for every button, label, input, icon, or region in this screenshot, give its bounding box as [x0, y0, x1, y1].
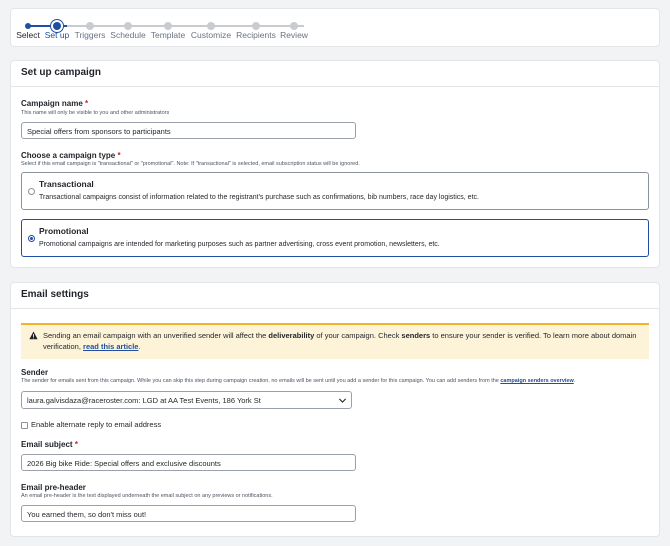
step-label: Triggers — [74, 30, 106, 40]
step-select[interactable]: Select — [16, 9, 40, 48]
section-title: Set up campaign — [11, 61, 659, 87]
step-customize[interactable]: Customize — [191, 9, 231, 48]
step-set-up[interactable]: Set up — [44, 9, 70, 48]
campaign-name-label: Campaign name * — [21, 99, 88, 108]
step-review[interactable]: Review — [280, 9, 308, 48]
label-text: Email subject — [21, 440, 73, 449]
step-dot — [290, 22, 298, 30]
sender-label: Sender — [21, 368, 49, 377]
radio-button[interactable] — [28, 235, 35, 242]
radio-title: Transactional — [39, 179, 94, 189]
step-label: Schedule — [110, 30, 146, 40]
step-label: Review — [280, 30, 308, 40]
warning-bold-deliverability: deliverability — [268, 331, 315, 340]
radio-button[interactable] — [28, 188, 35, 195]
email-settings-card: Email settings Sending an email campaign… — [10, 282, 660, 537]
step-dot — [124, 22, 132, 30]
step-dot — [53, 22, 61, 30]
help-text: The sender for emails sent from this cam… — [21, 378, 501, 384]
step-dot — [164, 22, 172, 30]
sender-warning-banner: Sending an email campaign with an unveri… — [21, 323, 649, 359]
sender-select[interactable]: laura.galvisdaza@raceroster.com: LGD at … — [21, 391, 352, 409]
warning-bold-senders: senders — [401, 331, 431, 340]
preheader-help: An email pre-header is the text displaye… — [21, 493, 273, 499]
step-label: Template — [150, 30, 186, 40]
step-label: Select — [16, 30, 40, 40]
chevron-down-icon — [338, 398, 347, 403]
preheader-input[interactable]: You earned them, so don't miss out! — [21, 505, 356, 522]
step-recipients[interactable]: Recipients — [236, 9, 276, 48]
radio-option-promotional[interactable]: Promotional Promotional campaigns are in… — [21, 219, 649, 257]
step-label: Recipients — [236, 30, 276, 40]
email-subject-input[interactable]: 2026 Big bike Ride: Special offers and e… — [21, 454, 356, 471]
step-label: Customize — [190, 30, 232, 40]
required-mark: * — [117, 151, 121, 160]
campaign-name-input[interactable]: Special offers from sponsors to particip… — [21, 122, 356, 139]
step-label: Set up — [44, 30, 70, 40]
step-dot — [252, 22, 260, 30]
step-dot — [25, 23, 31, 29]
warning-text: of your campaign. Check — [314, 331, 402, 340]
step-template[interactable]: Template — [151, 9, 185, 48]
alt-reply-label[interactable]: Enable alternate reply to email address — [31, 420, 161, 429]
step-dot — [207, 22, 215, 30]
read-article-link[interactable]: read this article — [83, 342, 138, 351]
radio-description: Transactional campaigns consist of infor… — [39, 194, 479, 201]
radio-title: Promotional — [39, 226, 89, 236]
required-mark: * — [74, 440, 78, 449]
sender-selected-value: laura.galvisdaza@raceroster.com: LGD at … — [27, 396, 261, 405]
campaign-senders-link[interactable]: campaign senders overview — [500, 378, 573, 384]
alt-reply-checkbox[interactable] — [21, 422, 28, 429]
email-subject-label: Email subject * — [21, 440, 78, 449]
campaign-type-help: Select if this email campaign is "transa… — [21, 161, 360, 167]
label-text: Choose a campaign type — [21, 151, 116, 160]
section-title: Email settings — [11, 283, 659, 309]
campaign-name-help: This name will only be visible to you an… — [21, 110, 170, 116]
help-text: . — [573, 378, 576, 384]
radio-description: Promotional campaigns are intended for m… — [39, 241, 440, 248]
campaign-type-label: Choose a campaign type * — [21, 151, 121, 160]
warning-text: Sending an email campaign with an unveri… — [43, 331, 269, 340]
required-mark: * — [85, 99, 89, 108]
progress-stepper: Select Set up Triggers Schedule Template… — [10, 8, 660, 47]
warning-text: . — [138, 342, 141, 351]
preheader-label: Email pre-header — [21, 483, 86, 492]
radio-option-transactional[interactable]: Transactional Transactional campaigns co… — [21, 172, 649, 210]
step-dot — [86, 22, 94, 30]
step-triggers[interactable]: Triggers — [75, 9, 105, 48]
sender-help: The sender for emails sent from this cam… — [21, 378, 575, 384]
step-schedule[interactable]: Schedule — [110, 9, 146, 48]
label-text: Campaign name — [21, 99, 83, 108]
setup-campaign-card: Set up campaign Campaign name * This nam… — [10, 60, 660, 268]
warning-triangle-icon — [29, 331, 38, 340]
